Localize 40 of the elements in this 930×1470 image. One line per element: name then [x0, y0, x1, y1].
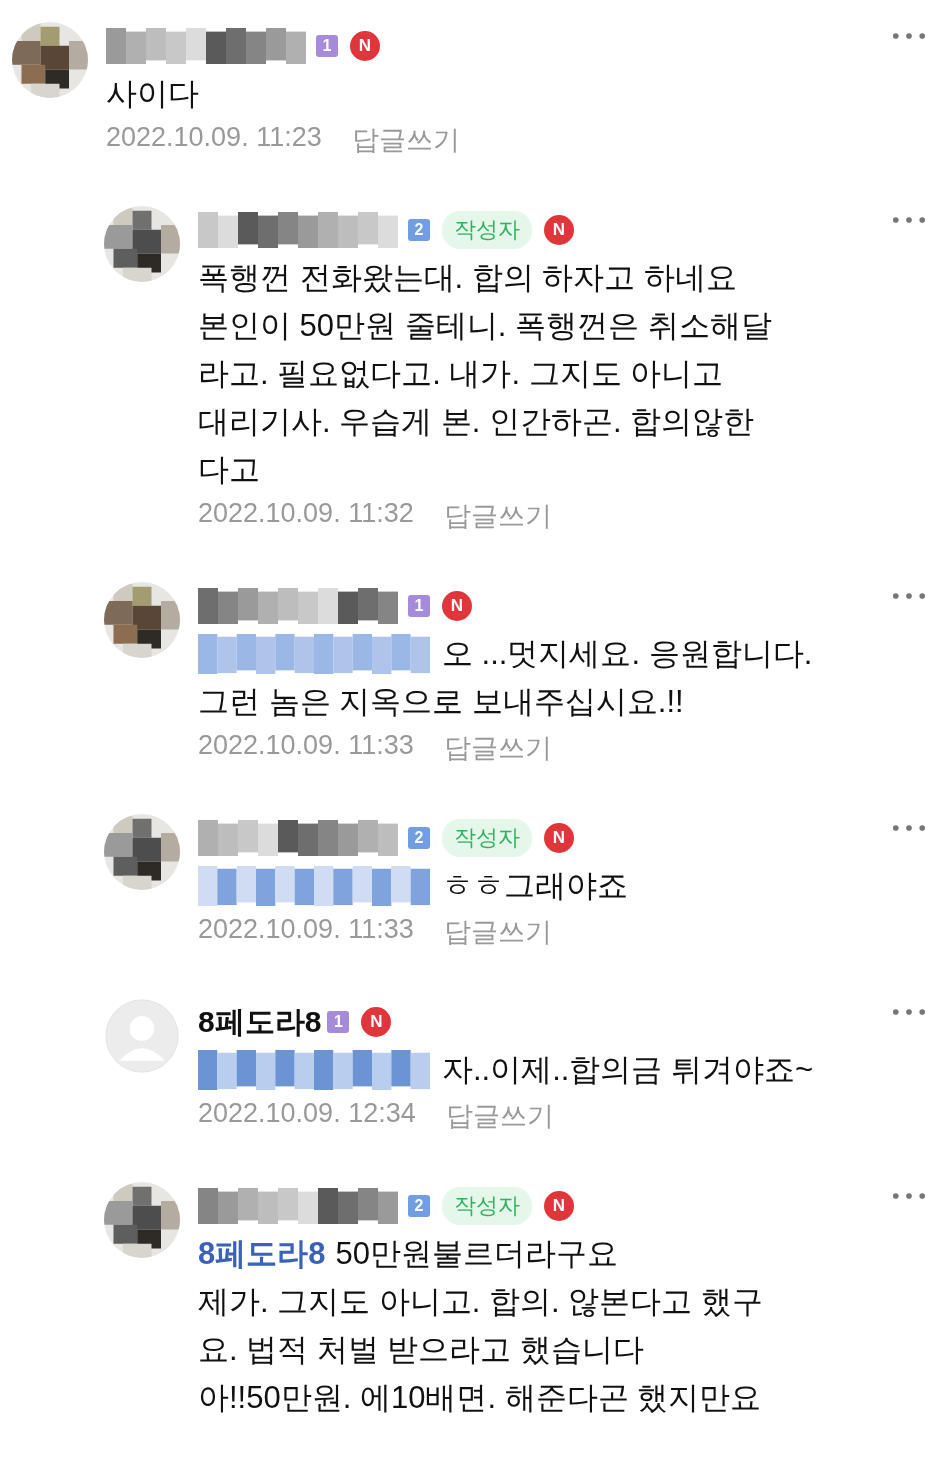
more-icon[interactable]	[892, 216, 926, 224]
new-badge: N	[442, 591, 472, 621]
writer-badge: 작성자	[442, 1187, 532, 1225]
author-name[interactable]: 8페도라8	[198, 1001, 322, 1043]
grade-badge: 1	[316, 35, 338, 57]
reply-link[interactable]: 답글쓰기	[445, 1098, 554, 1134]
new-badge: N	[350, 31, 380, 61]
grade-badge: 2	[408, 1195, 430, 1217]
comment-text: 사이다	[106, 75, 200, 113]
comment-text: 자..이제..합의금 튀겨야죠~	[442, 1051, 814, 1089]
default-avatar-icon	[104, 998, 180, 1074]
reply-link[interactable]: 답글쓰기	[443, 914, 552, 950]
reply-link[interactable]: 답글쓰기	[443, 498, 552, 534]
comment-date: 2022.10.09. 11:23	[106, 122, 322, 154]
more-icon[interactable]	[892, 1008, 926, 1016]
reply-link[interactable]: 답글쓰기	[351, 122, 460, 158]
comment-text: ㅎㅎ그래야죠	[442, 867, 628, 905]
more-icon[interactable]	[892, 824, 926, 832]
grade-badge: 1	[327, 1011, 350, 1033]
new-badge: N	[361, 1007, 392, 1037]
writer-badge: 작성자	[442, 819, 532, 857]
comment-text: 그런 놈은 지옥으로 보내주십시요.!!	[198, 683, 685, 721]
more-icon[interactable]	[892, 592, 926, 600]
reply-link[interactable]: 답글쓰기	[443, 730, 552, 766]
new-badge: N	[544, 1191, 574, 1221]
comment-date: 2022.10.09. 11:33	[198, 914, 414, 946]
grade-badge: 2	[408, 827, 430, 849]
writer-badge: 작성자	[442, 211, 532, 249]
comment-text: 오 ...멋지세요. 응원합니다.	[442, 635, 813, 673]
new-badge: N	[544, 215, 574, 245]
more-icon[interactable]	[892, 1192, 926, 1200]
comment-date: 2022.10.09. 12:34	[198, 1098, 416, 1130]
new-badge: N	[544, 823, 574, 853]
comment-text: 폭행껀 전화왔는대. 합의 하자고 하네요 본인이 50만원 줄테니. 폭행껀은 취소해달 라고. 필요없다고. 내가. 그지도 아니고 대리기사. 우습게 본. 인간하곤. 합의않한 다고	[198, 259, 773, 489]
comment-text: 8페도라8 50만원불르더라구요 제가. 그지도 아니고. 합의. 않본다고 했구 요. 법적 처벌 받으라고 했습니다 아!!50만원. 에10배면. 해준다곤 했지만요	[198, 1235, 764, 1417]
more-icon[interactable]	[892, 32, 926, 40]
grade-badge: 2	[408, 219, 430, 241]
comment-date: 2022.10.09. 11:32	[198, 498, 414, 530]
comment-date: 2022.10.09. 11:33	[198, 730, 414, 762]
grade-badge: 1	[408, 595, 430, 617]
